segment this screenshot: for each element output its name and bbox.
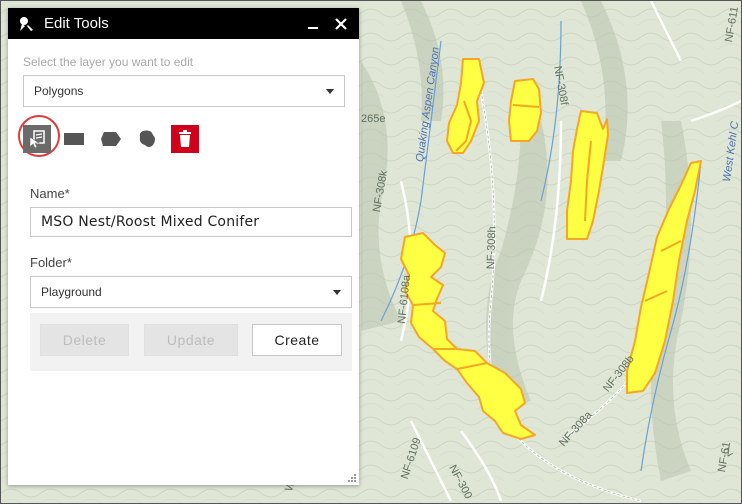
polygon-icon (101, 132, 121, 146)
layer-select[interactable]: Polygons (23, 75, 345, 107)
resize-grip-icon[interactable] (347, 473, 357, 483)
delete-button[interactable]: Delete (40, 324, 129, 356)
polygon-tool-button[interactable] (97, 125, 125, 153)
folder-select[interactable]: Playground (30, 276, 352, 308)
folder-select-value: Playground (41, 285, 102, 299)
folder-label: Folder* (30, 255, 72, 270)
panel-titlebar[interactable]: Edit Tools (8, 8, 359, 39)
layer-select-label: Select the layer you want to edit (23, 55, 194, 69)
rectangle-tool-button[interactable] (60, 125, 88, 153)
create-button[interactable]: Create (252, 324, 342, 356)
select-features-icon (29, 130, 45, 149)
panel-title: Edit Tools (44, 15, 109, 32)
rectangle-icon (64, 133, 84, 145)
minimize-icon[interactable] (305, 16, 321, 32)
name-field-value: MSO Nest/Roost Mixed Conifer (41, 214, 260, 230)
freehand-polygon-tool-button[interactable] (134, 125, 162, 153)
edit-pin-icon (18, 16, 34, 32)
action-bar: Delete Update Create (30, 313, 352, 371)
name-field[interactable]: MSO Nest/Roost Mixed Conifer (30, 207, 352, 237)
name-label: Name* (30, 186, 70, 201)
edit-tools-panel: Edit Tools Select the layer you want to … (8, 8, 359, 485)
select-features-button[interactable] (23, 125, 51, 153)
attribute-form: Name* MSO Nest/Roost Mixed Conifer Folde… (30, 186, 352, 308)
chevron-down-icon (326, 88, 334, 94)
chevron-down-icon (333, 289, 341, 295)
trash-icon (179, 130, 191, 147)
freehand-polygon-icon (139, 130, 155, 147)
layer-select-value: Polygons (34, 84, 84, 98)
drawing-toolbar (23, 123, 208, 155)
app-frame: Quaking Aspen Canyon NF-308k NF-308h NF-… (0, 0, 742, 504)
update-button[interactable]: Update (144, 324, 238, 356)
map-label-265e: 265e (361, 113, 386, 125)
delete-feature-button[interactable] (171, 125, 199, 153)
close-icon[interactable] (333, 16, 349, 32)
map-label-nf-308h: NF-308h (485, 226, 499, 270)
